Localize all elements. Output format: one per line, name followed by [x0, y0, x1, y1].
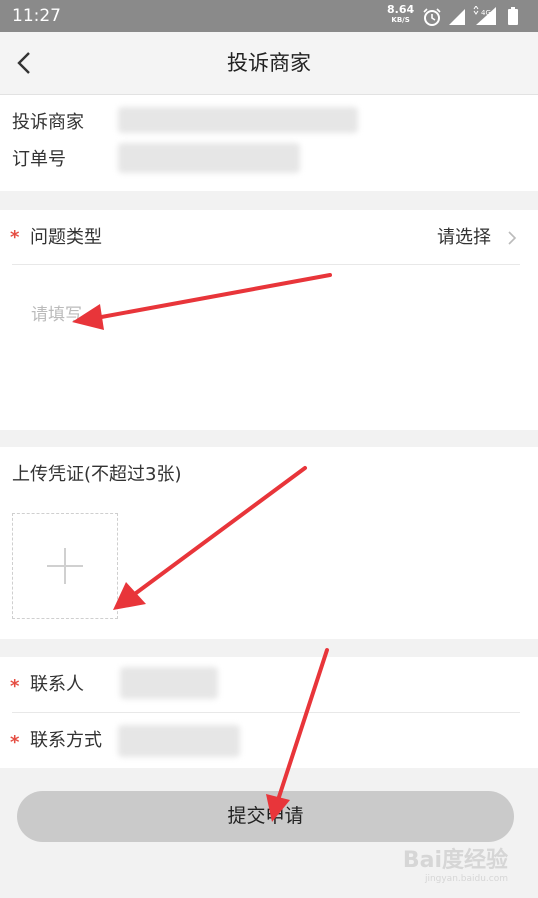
annotation-overlay — [72, 273, 332, 822]
annotation-arrow-upload — [113, 466, 307, 610]
annotation-arrow-submit — [266, 648, 329, 822]
annotation-arrow-description — [72, 273, 332, 330]
